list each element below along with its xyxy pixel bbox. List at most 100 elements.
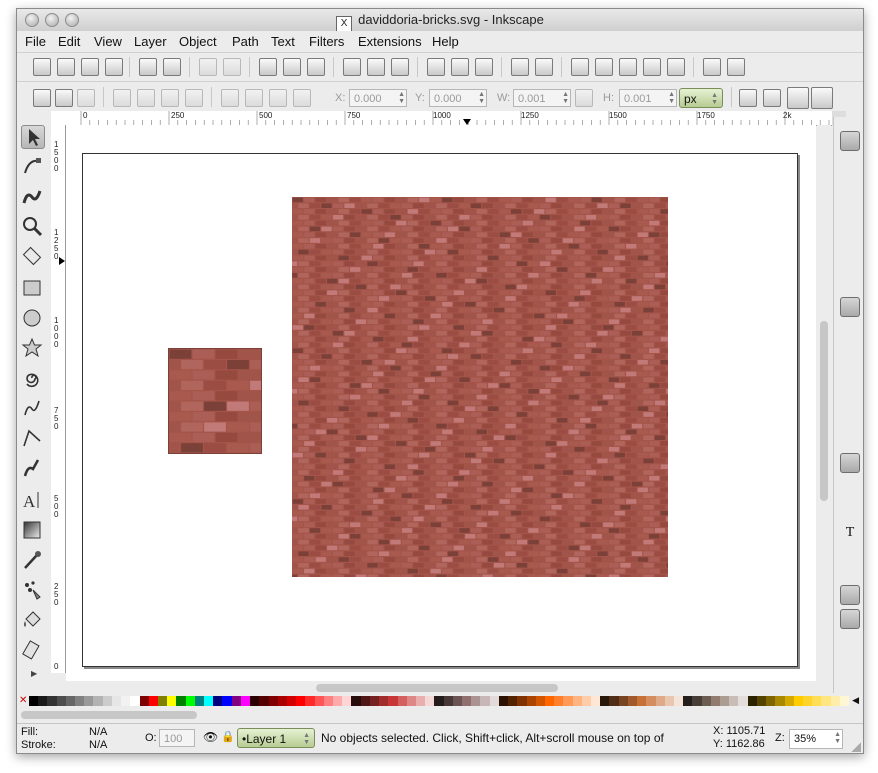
layer-lock-icon[interactable]: 🔒 xyxy=(221,730,235,743)
ungroup-icon[interactable] xyxy=(535,58,553,76)
pencil-tool-icon[interactable] xyxy=(21,397,45,421)
lock-ratio-icon[interactable] xyxy=(575,89,593,107)
text-tool-icon[interactable]: A xyxy=(21,489,45,513)
text-font-icon[interactable] xyxy=(595,58,613,76)
snap-midpoint-icon[interactable] xyxy=(840,419,860,439)
tweak-tool-icon[interactable] xyxy=(21,185,45,209)
fill-value[interactable]: N/A xyxy=(89,726,107,738)
flip-vertical-icon[interactable] xyxy=(185,89,203,107)
copy-icon[interactable] xyxy=(259,58,277,76)
title-bar[interactable]: Xdaviddoria-bricks.svg - Inkscape xyxy=(17,9,863,32)
unit-select[interactable]: px ▲ ▼ xyxy=(679,88,723,108)
raise-to-top-icon[interactable] xyxy=(293,89,311,107)
palette-scrollbar[interactable] xyxy=(17,709,863,721)
dropper-tool-icon[interactable] xyxy=(21,549,45,573)
raise-icon[interactable] xyxy=(269,89,287,107)
horizontal-ruler[interactable]: 0 250 500 750 1000 1250 1500 1750 2k xyxy=(77,111,832,126)
paint-bucket-tool-icon[interactable] xyxy=(21,609,45,633)
transform-gradients-icon[interactable] xyxy=(787,87,809,109)
paste-icon[interactable] xyxy=(307,58,325,76)
align-distribute-icon[interactable] xyxy=(667,58,685,76)
preferences-gear-icon[interactable] xyxy=(727,58,745,76)
rectangle-tool-icon[interactable] xyxy=(21,277,45,301)
snap-smooth-icon[interactable] xyxy=(840,395,860,415)
xml-editor-icon[interactable] xyxy=(643,58,661,76)
y-spinner-icon[interactable]: ▲ ▼ xyxy=(478,91,485,105)
scale-corners-icon[interactable] xyxy=(763,89,781,107)
snap-intersection-icon[interactable] xyxy=(840,347,860,367)
snap-bbox-corner-icon[interactable] xyxy=(840,211,860,231)
vertical-ruler[interactable]: 1 5 0 0 1 2 5 0 1 0 0 0 7 5 0 5 0 0 2 5 … xyxy=(51,125,66,673)
scale-stroke-icon[interactable] xyxy=(739,89,757,107)
deselect-icon[interactable] xyxy=(77,89,95,107)
brick-pattern-tile[interactable] xyxy=(158,348,272,454)
current-layer-select[interactable]: •Layer 1 ▲ ▼ xyxy=(237,728,315,748)
duplicate-icon[interactable] xyxy=(427,58,445,76)
x-spinner-icon[interactable]: ▲ ▼ xyxy=(398,91,405,105)
spiral-tool-icon[interactable] xyxy=(21,367,45,391)
zoom-field[interactable]: 35% ▲ ▼ xyxy=(789,729,843,749)
menu-view[interactable]: View xyxy=(94,34,122,49)
menu-layer[interactable]: Layer xyxy=(134,34,167,49)
menu-text[interactable]: Text xyxy=(271,34,295,49)
export-icon[interactable] xyxy=(163,58,181,76)
menu-object[interactable]: Object xyxy=(179,34,217,49)
width-field[interactable]: 0.001 ▲ ▼ xyxy=(513,89,571,107)
undo-icon[interactable] xyxy=(199,58,217,76)
palette-scroll-thumb[interactable] xyxy=(21,711,197,719)
star-tool-icon[interactable] xyxy=(21,337,45,361)
lower-icon[interactable] xyxy=(245,89,263,107)
snap-guide-icon[interactable] xyxy=(840,609,860,629)
select-all-icon[interactable] xyxy=(33,89,51,107)
snap-bbox-icon[interactable] xyxy=(840,161,860,181)
h-spinner-icon[interactable]: ▲ ▼ xyxy=(668,91,675,105)
layers-icon[interactable] xyxy=(619,58,637,76)
rotate-cw-icon[interactable] xyxy=(137,89,155,107)
x-field[interactable]: 0.000 ▲ ▼ xyxy=(349,89,407,107)
select-all-layers-icon[interactable] xyxy=(55,89,73,107)
stroke-value[interactable]: N/A xyxy=(89,739,107,751)
unlink-clone-icon[interactable] xyxy=(475,58,493,76)
gradient-tool-icon[interactable] xyxy=(21,519,45,543)
resize-grip-icon[interactable] xyxy=(851,742,861,752)
transform-patterns-icon[interactable] xyxy=(811,87,833,109)
w-spinner-icon[interactable]: ▲ ▼ xyxy=(562,91,569,105)
ellipse-tool-icon[interactable] xyxy=(21,307,45,331)
zoom-drawing-icon[interactable] xyxy=(367,58,385,76)
clone-icon[interactable] xyxy=(451,58,469,76)
snap-bbox-midpoint-icon[interactable] xyxy=(840,235,860,255)
eraser-tool-icon[interactable] xyxy=(21,639,45,663)
vertical-scroll-thumb[interactable] xyxy=(820,321,828,501)
color-swatch[interactable] xyxy=(839,696,850,706)
horizontal-scrollbar[interactable] xyxy=(66,681,816,695)
snap-text-baseline-icon[interactable]: T xyxy=(840,525,860,545)
zoom-tool-icon[interactable] xyxy=(21,215,45,239)
snap-others-icon[interactable] xyxy=(840,453,860,473)
group-icon[interactable] xyxy=(511,58,529,76)
import-icon[interactable] xyxy=(139,58,157,76)
height-field[interactable]: 0.001 ▲ ▼ xyxy=(619,89,677,107)
zoom-page-icon[interactable] xyxy=(391,58,409,76)
visibility-eye-icon[interactable]: 👁 xyxy=(203,730,218,744)
save-document-icon[interactable] xyxy=(81,58,99,76)
brick-pattern-fill[interactable] xyxy=(286,197,677,580)
snap-object-center-icon[interactable] xyxy=(840,477,860,497)
palette-scroll-icon[interactable]: ◀ xyxy=(852,695,859,706)
menu-help[interactable]: Help xyxy=(432,34,459,49)
opacity-field[interactable]: 100 xyxy=(159,729,195,747)
selector-tool-icon[interactable] xyxy=(21,125,45,149)
fill-stroke-icon[interactable] xyxy=(571,58,589,76)
snap-path-icon[interactable] xyxy=(840,323,860,343)
cut-icon[interactable] xyxy=(283,58,301,76)
snap-rotation-center-icon[interactable] xyxy=(840,501,860,521)
snap-bbox-center-icon[interactable] xyxy=(840,259,860,279)
snap-grid-icon[interactable] xyxy=(840,585,860,605)
document-properties-icon[interactable] xyxy=(703,58,721,76)
pen-tool-icon[interactable] xyxy=(21,427,45,451)
no-paint-swatch-icon[interactable]: ✕ xyxy=(19,695,27,706)
spray-tool-icon[interactable] xyxy=(21,579,45,603)
snap-cusp-icon[interactable] xyxy=(840,371,860,391)
new-document-icon[interactable] xyxy=(33,58,51,76)
vertical-scrollbar[interactable] xyxy=(817,125,831,681)
snap-nodes-icon[interactable] xyxy=(840,297,860,317)
